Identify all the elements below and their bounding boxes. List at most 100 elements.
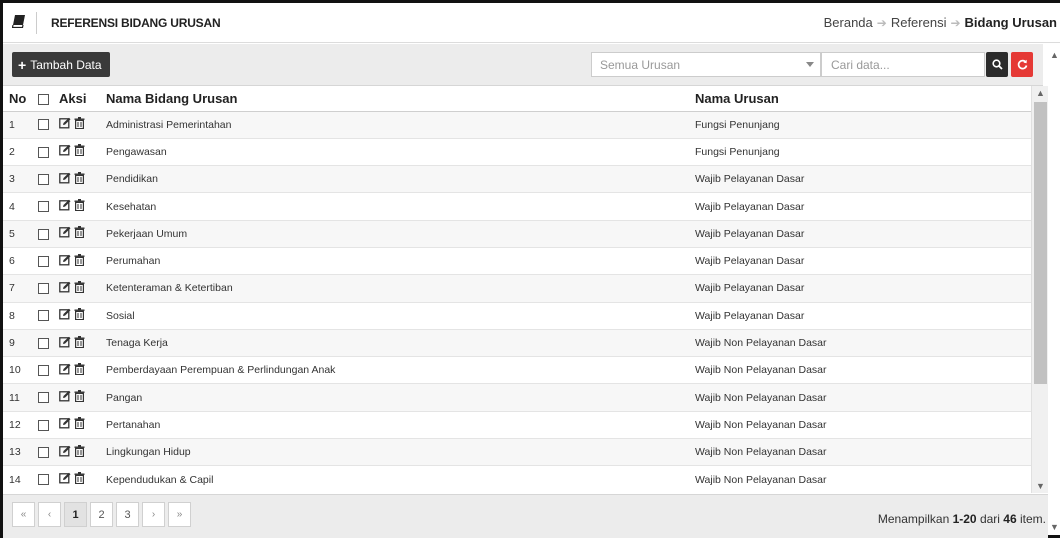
table-row[interactable]: 1 Administrasi Pemerintahan Fungsi Penunja… [3,111,1031,139]
edit-icon[interactable] [59,417,71,432]
table-row[interactable]: 3 Pendidikan Wajib Pelayanan Dasar [3,165,1031,194]
last-page-button[interactable]: » [168,502,191,527]
edit-icon[interactable] [59,254,71,269]
nama-bidang-urusan-cell: Ketenteraman & Ketertiban [100,274,689,303]
row-number: 12 [3,411,28,440]
search-button[interactable] [986,52,1008,77]
table-row[interactable]: 6 Perumahan Wajib Pelayanan Dasar [3,247,1031,276]
first-page-button[interactable]: « [12,502,35,527]
page-scroll-up-icon[interactable]: ▲ [1050,50,1059,60]
trash-icon[interactable] [74,444,85,460]
breadcrumb-home[interactable]: Beranda [824,15,873,30]
trash-icon[interactable] [74,472,85,487]
table-row[interactable]: 5 Pekerjaan Umum Wajib Pelayanan Dasar [3,220,1031,248]
edit-icon[interactable] [59,172,71,187]
trash-icon[interactable] [74,390,85,405]
nama-urusan-cell: Wajib Pelayanan Dasar [689,192,1031,221]
row-actions [55,192,100,221]
edit-icon[interactable] [59,226,71,241]
row-checkbox[interactable] [38,392,49,404]
scroll-up-icon[interactable]: ▲ [1036,88,1045,98]
row-checkbox[interactable] [38,310,49,322]
edit-icon[interactable] [59,117,71,132]
row-checkbox-cell [28,411,55,440]
table-scrollbar[interactable]: ▲ ▼ [1031,86,1048,493]
page-scroll-down-icon[interactable]: ▼ [1050,522,1059,532]
row-checkbox[interactable] [38,337,49,349]
table-row[interactable]: 14 Kependudukan & Capil Wajib Non Pelayana… [3,465,1031,493]
page-button-3[interactable]: 3 [116,502,139,527]
trash-icon[interactable] [74,335,85,351]
breadcrumb: Beranda ➔ Referensi ➔ Bidang Urusan [824,15,1057,30]
trash-icon[interactable] [74,226,85,241]
scroll-down-icon[interactable]: ▼ [1036,481,1045,491]
trash-icon[interactable] [74,308,85,323]
trash-icon[interactable] [74,280,85,296]
edit-icon[interactable] [59,472,71,487]
add-data-button[interactable]: + Tambah Data [12,52,110,77]
table-row[interactable]: 2 Pengawasan Fungsi Penunjang [3,138,1031,167]
trash-icon[interactable] [74,417,85,432]
trash-icon[interactable] [74,144,85,159]
table-row[interactable]: 7 Ketenteraman & Ketertiban Wajib Pelayana… [3,274,1031,303]
row-checkbox[interactable] [38,283,49,295]
table-row[interactable]: 4 Kesehatan Wajib Pelayanan Dasar [3,192,1031,221]
edit-icon[interactable] [59,363,71,378]
row-number: 14 [3,465,28,493]
row-checkbox[interactable] [38,146,49,158]
row-checkbox[interactable] [38,419,49,431]
row-checkbox-cell [28,192,55,221]
add-data-label: Tambah Data [30,57,102,72]
row-checkbox[interactable] [38,255,49,267]
prev-page-button[interactable]: ‹ [38,502,61,527]
row-checkbox[interactable] [38,201,49,213]
column-header-nama-bidang-urusan[interactable]: Nama Bidang Urusan [100,86,689,112]
row-number: 8 [3,302,28,330]
table-row[interactable]: 13 Lingkungan Hidup Wajib Non Pelayanan Da… [3,438,1031,467]
refresh-button[interactable] [1011,52,1033,77]
caret-down-icon [806,62,814,67]
edit-icon[interactable] [59,144,71,159]
edit-icon[interactable] [59,281,71,296]
select-all-checkbox[interactable] [38,93,49,105]
edit-icon[interactable] [59,199,71,214]
row-checkbox[interactable] [38,173,49,185]
trash-icon[interactable] [74,199,85,214]
trash-icon[interactable] [74,171,85,187]
table-row[interactable]: 8 Sosial Wajib Pelayanan Dasar [3,302,1031,330]
page-title: REFERENSI BIDANG URUSAN [51,16,221,30]
edit-icon[interactable] [59,390,71,405]
urusan-filter-select[interactable]: Semua Urusan [591,52,821,77]
table-row[interactable]: 12 Pertanahan Wajib Non Pelayanan Dasar [3,411,1031,440]
edit-icon[interactable] [59,445,71,460]
column-header-no[interactable]: No [3,86,28,112]
table-row[interactable]: 11 Pangan Wajib Non Pelayanan Dasar [3,383,1031,412]
row-checkbox[interactable] [38,474,49,486]
next-page-button[interactable]: › [142,502,165,527]
trash-icon[interactable] [74,253,85,269]
trash-icon[interactable] [74,117,85,132]
nama-urusan-cell: Wajib Non Pelayanan Dasar [689,411,1031,440]
row-checkbox[interactable] [38,228,49,240]
breadcrumb-referensi[interactable]: Referensi [891,15,947,30]
row-checkbox[interactable] [38,446,49,458]
row-checkbox[interactable] [38,365,49,377]
toolbar: + Tambah Data Semua Urusan Cari data... [3,44,1043,86]
table-row[interactable]: 9 Tenaga Kerja Wajib Non Pelayanan Dasar [3,329,1031,358]
edit-icon[interactable] [59,336,71,351]
data-table-container: No Aksi Nama Bidang Urusan Nama Urusan 1… [3,86,1031,493]
row-actions [55,138,100,167]
nama-bidang-urusan-cell: Pendidikan [100,165,689,194]
page-button-2[interactable]: 2 [90,502,113,527]
search-input[interactable]: Cari data... [821,52,985,77]
scrollbar-thumb[interactable] [1034,102,1047,384]
edit-icon[interactable] [59,308,71,323]
page-header: REFERENSI BIDANG URUSAN Beranda ➔ Refere… [3,3,1060,43]
column-header-nama-urusan[interactable]: Nama Urusan [689,86,1031,112]
trash-icon[interactable] [74,362,85,378]
nama-urusan-cell: Fungsi Penunjang [689,111,1031,139]
page-button-1[interactable]: 1 [64,502,87,527]
column-header-aksi: Aksi [55,86,100,112]
table-row[interactable]: 10 Pemberdayaan Perempuan & Perlindungan … [3,356,1031,385]
row-checkbox[interactable] [38,119,49,131]
